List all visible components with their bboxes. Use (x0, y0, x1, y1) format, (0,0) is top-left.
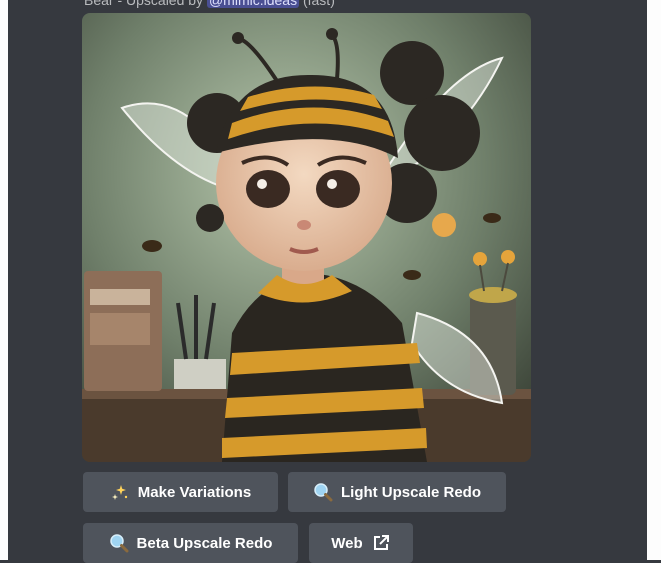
bee-girl-illustration (82, 13, 531, 462)
magnifier-icon (109, 533, 129, 553)
make-variations-label: Make Variations (137, 483, 252, 501)
light-upscale-redo-button[interactable]: Light Upscale Redo (288, 472, 506, 512)
beta-upscale-redo-button[interactable]: Beta Upscale Redo (83, 523, 298, 563)
external-link-icon (371, 533, 391, 553)
web-link-button[interactable]: Web (309, 523, 413, 563)
light-upscale-redo-label: Light Upscale Redo (340, 483, 482, 501)
caption-prefix: Bear - Upscaled by (84, 0, 204, 8)
magnifier-icon (313, 482, 333, 502)
right-edge (647, 0, 661, 560)
beta-upscale-redo-label: Beta Upscale Redo (136, 534, 273, 552)
sparkles-icon (110, 482, 130, 502)
message-caption: Bear - Upscaled by @mimic.ideas (fast) (84, 0, 335, 9)
web-label: Web (331, 534, 363, 552)
make-variations-button[interactable]: Make Variations (83, 472, 278, 512)
generated-image[interactable] (82, 13, 531, 462)
caption-suffix: (fast) (302, 0, 335, 8)
left-edge (0, 0, 8, 560)
user-mention[interactable]: @mimic.ideas (206, 0, 300, 8)
